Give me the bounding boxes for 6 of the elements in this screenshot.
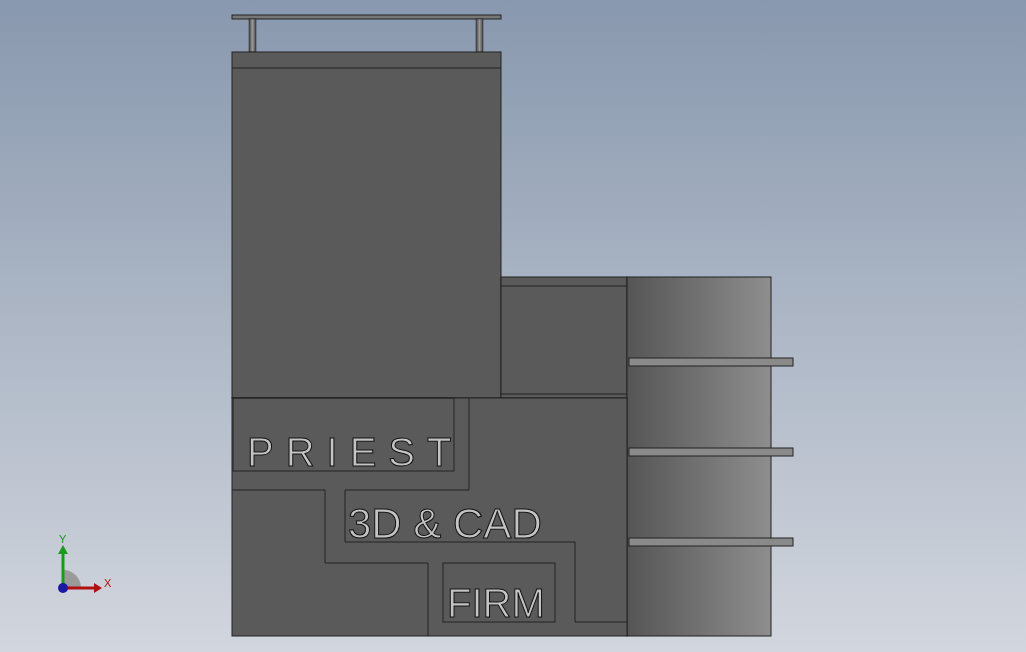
axis-label: Y xyxy=(59,533,67,545)
engraved-text: FIRM xyxy=(447,581,545,625)
axis-triad-drawing xyxy=(58,545,102,593)
engraved-text: PRIEST xyxy=(247,430,464,474)
engraved-text: 3D & CAD xyxy=(348,500,542,547)
axis-label: X xyxy=(104,577,112,589)
